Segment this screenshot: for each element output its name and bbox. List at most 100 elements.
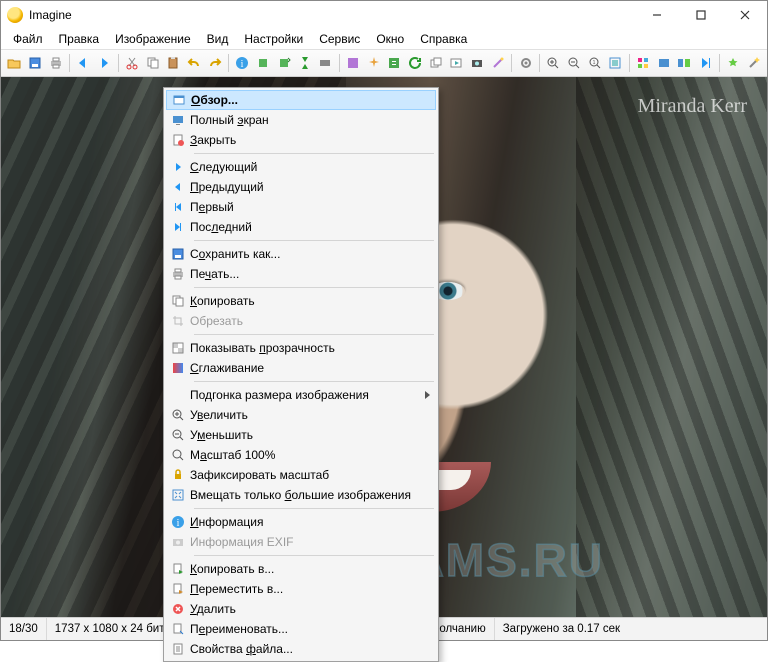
- print-button[interactable]: [46, 53, 65, 73]
- image-signature: Miranda Kerr: [638, 95, 747, 118]
- magic-button[interactable]: [744, 53, 763, 73]
- sparkle-button[interactable]: [364, 53, 383, 73]
- zoom-in-button[interactable]: [544, 53, 563, 73]
- fit-large-icon: [166, 488, 190, 502]
- cm-copy[interactable]: Копировать: [166, 291, 436, 311]
- rotate-left-button[interactable]: [254, 53, 273, 73]
- screenshot-button[interactable]: [468, 53, 487, 73]
- open-button[interactable]: [5, 53, 24, 73]
- cm-label: Удалить: [190, 602, 426, 616]
- cm-delete[interactable]: Удалить: [166, 599, 436, 619]
- batch-button[interactable]: [426, 53, 445, 73]
- rotate-right-button[interactable]: [274, 53, 293, 73]
- toolbar-separator: [118, 54, 119, 72]
- paste-button[interactable]: [164, 53, 183, 73]
- toolbar-separator: [69, 54, 70, 72]
- cm-label: Зафиксировать масштаб: [190, 468, 426, 482]
- monitor-icon: [166, 113, 190, 127]
- copy-icon: [166, 294, 190, 308]
- refresh-button[interactable]: [406, 53, 425, 73]
- menu-image[interactable]: Изображение: [107, 30, 199, 48]
- cm-exif: Информация EXIF: [166, 532, 436, 552]
- cm-copy-to[interactable]: Копировать в...: [166, 559, 436, 579]
- cm-save-as[interactable]: Сохранить как...: [166, 244, 436, 264]
- zoom-in-icon: [166, 408, 190, 422]
- cm-transparency[interactable]: Показывать прозрачность: [166, 338, 436, 358]
- cm-label: Копировать: [190, 294, 426, 308]
- menu-settings[interactable]: Настройки: [236, 30, 311, 48]
- gear-button[interactable]: [516, 53, 535, 73]
- wand-button[interactable]: [489, 53, 508, 73]
- slideshow-button[interactable]: [447, 53, 466, 73]
- cm-rename[interactable]: Переименовать...: [166, 619, 436, 639]
- cut-button[interactable]: [122, 53, 141, 73]
- lock-icon: [166, 468, 190, 482]
- flip-horiz-button[interactable]: [316, 53, 335, 73]
- cm-lock-zoom[interactable]: Зафиксировать масштаб: [166, 465, 436, 485]
- thumbnails-button[interactable]: [634, 53, 653, 73]
- cm-close[interactable]: Закрыть: [166, 130, 436, 150]
- zoom-100-button[interactable]: 1: [585, 53, 604, 73]
- zoom-out-button[interactable]: [565, 53, 584, 73]
- cm-label: Переименовать...: [190, 622, 426, 636]
- cm-fit-large-only[interactable]: Вмещать только большие изображения: [166, 485, 436, 505]
- menu-file[interactable]: Файл: [5, 30, 51, 48]
- cm-label: Масштаб 100%: [190, 448, 426, 462]
- favorites-button[interactable]: [724, 53, 743, 73]
- undo-button[interactable]: [185, 53, 204, 73]
- cm-fit-image[interactable]: Подгонка размера изображения: [166, 385, 436, 405]
- cm-smoothing[interactable]: Сглаживание: [166, 358, 436, 378]
- menu-separator: [194, 287, 434, 288]
- cm-browse[interactable]: Обзор...: [166, 90, 436, 110]
- menu-help[interactable]: Справка: [412, 30, 475, 48]
- toolbar: i 1: [1, 49, 767, 77]
- close-button[interactable]: [723, 1, 767, 29]
- cm-prev[interactable]: Предыдущий: [166, 177, 436, 197]
- cm-label: Обрезать: [190, 314, 426, 328]
- cm-move-to[interactable]: Переместить в...: [166, 579, 436, 599]
- last-button[interactable]: [696, 53, 715, 73]
- minimize-button[interactable]: [635, 1, 679, 29]
- copy-button[interactable]: [143, 53, 162, 73]
- menu-edit[interactable]: Правка: [51, 30, 108, 48]
- title-bar: Imagine: [1, 1, 767, 29]
- maximize-button[interactable]: [679, 1, 723, 29]
- prev-button[interactable]: [74, 53, 93, 73]
- cm-label: Сглаживание: [190, 361, 426, 375]
- fullscreen-button[interactable]: [654, 53, 673, 73]
- menu-separator: [194, 508, 434, 509]
- save-button[interactable]: [26, 53, 45, 73]
- cm-last[interactable]: Последний: [166, 217, 436, 237]
- fit-button[interactable]: [606, 53, 625, 73]
- menu-separator: [194, 153, 434, 154]
- cm-next[interactable]: Следующий: [166, 157, 436, 177]
- info-button[interactable]: i: [233, 53, 252, 73]
- cm-fullscreen[interactable]: Полный экран: [166, 110, 436, 130]
- toolbar-separator: [511, 54, 512, 72]
- app-icon: [7, 7, 23, 23]
- cm-label: Копировать в...: [190, 562, 426, 576]
- svg-text:i: i: [241, 59, 244, 70]
- svg-text:i: i: [177, 518, 180, 529]
- cm-zoom-in[interactable]: Увеличить: [166, 405, 436, 425]
- cm-label: Закрыть: [190, 133, 426, 147]
- status-load-time: Загружено за 0.17 сек: [495, 618, 767, 640]
- cm-zoom-100[interactable]: Масштаб 100%: [166, 445, 436, 465]
- menu-service[interactable]: Сервис: [311, 30, 368, 48]
- menu-bar: Файл Правка Изображение Вид Настройки Се…: [1, 29, 767, 49]
- cm-print[interactable]: Печать...: [166, 264, 436, 284]
- cm-info[interactable]: i Информация: [166, 512, 436, 532]
- next-button[interactable]: [95, 53, 114, 73]
- cm-file-props[interactable]: Свойства файла...: [166, 639, 436, 659]
- effects-button[interactable]: [344, 53, 363, 73]
- menu-window[interactable]: Окно: [368, 30, 412, 48]
- redo-button[interactable]: [205, 53, 224, 73]
- cm-zoom-out[interactable]: Уменьшить: [166, 425, 436, 445]
- convert-button[interactable]: [385, 53, 404, 73]
- dual-view-button[interactable]: [675, 53, 694, 73]
- menu-view[interactable]: Вид: [199, 30, 237, 48]
- cm-label: Уменьшить: [190, 428, 426, 442]
- cm-first[interactable]: Первый: [166, 197, 436, 217]
- flip-vert-button[interactable]: [295, 53, 314, 73]
- submenu-arrow-icon: [425, 391, 430, 399]
